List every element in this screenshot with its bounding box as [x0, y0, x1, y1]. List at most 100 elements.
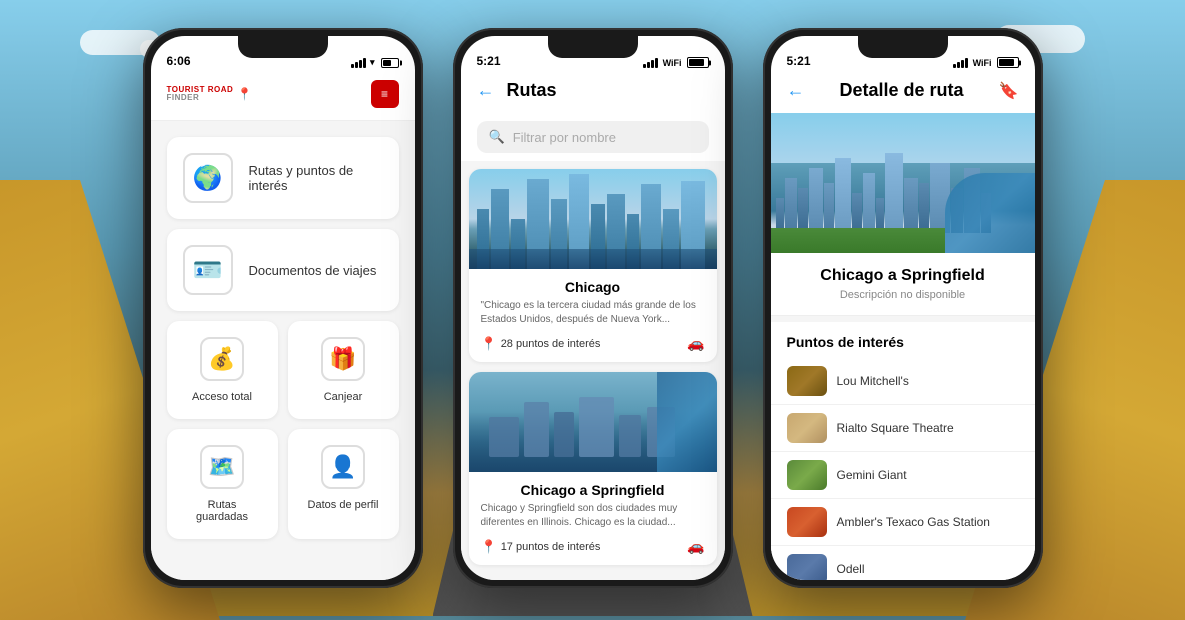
lake — [657, 372, 717, 472]
route-main-title: Chicago a Springfield — [787, 267, 1019, 285]
phone-1-screen: 6:06 ▾ — [151, 36, 415, 580]
poi-item-rialto[interactable]: Rialto Square Theatre — [771, 405, 1035, 452]
signal-bar-2 — [957, 62, 960, 68]
signal-bars-2 — [643, 58, 658, 68]
routes-list: Chicago "Chicago es la tercera ciudad má… — [461, 161, 725, 580]
poi-thumb-rialto — [787, 413, 827, 443]
signal-bar-1 — [953, 64, 956, 68]
battery-fill-2 — [689, 59, 704, 66]
bld — [904, 178, 918, 233]
menu-perfil-label: Datos de perfil — [308, 499, 379, 511]
water — [469, 249, 717, 269]
battery-fill-3 — [999, 59, 1014, 66]
aerial-building — [619, 415, 641, 457]
route-main-desc: Descripción no disponible — [787, 289, 1019, 301]
signal-bar-4 — [965, 58, 968, 68]
menu-guardadas[interactable]: 🗺️ Rutas guardadas — [167, 429, 278, 539]
springfield-title: Chicago a Springfield — [481, 482, 705, 498]
signal-bar-3 — [359, 60, 362, 68]
phone-2-header: ← Rutas — [461, 72, 725, 113]
back-button-3[interactable]: ← — [787, 80, 805, 101]
phone-3-status-icons: WiFi — [953, 57, 1019, 68]
gift-icon: 🎁 — [321, 337, 365, 381]
phone-3-screen: 5:21 WiFi — [771, 36, 1035, 580]
menu-row-2: 🗺️ Rutas guardadas 👤 Datos de perfil — [167, 429, 399, 539]
signal-bars — [351, 58, 366, 68]
logo-pin-icon: 📍 — [237, 87, 252, 101]
bld — [798, 188, 808, 233]
signal-bars-3 — [953, 58, 968, 68]
logo-line-2: FINDER — [167, 94, 234, 102]
bld — [885, 153, 903, 233]
car-icon-1: 🚗 — [687, 335, 704, 352]
search-input-container[interactable]: 🔍 Filtrar por nombre — [477, 121, 709, 153]
screen-title-2: Rutas — [507, 80, 557, 101]
signal-bar-4 — [363, 58, 366, 68]
poi-item-odell[interactable]: Odell — [771, 546, 1035, 580]
signal-bar-4 — [655, 58, 658, 68]
battery-icon-2 — [687, 57, 709, 68]
screen-title-3: Detalle de ruta — [840, 80, 964, 101]
route-card-chicago[interactable]: Chicago "Chicago es la tercera ciudad má… — [469, 169, 717, 362]
poi-thumb-gemini — [787, 460, 827, 490]
poi-thumb-ambler — [787, 507, 827, 537]
menu-acceso[interactable]: 💰 Acceso total — [167, 321, 278, 419]
menu-icon-button[interactable]: ≡ — [371, 80, 399, 108]
aerial-building — [524, 402, 549, 457]
signal-bar-2 — [647, 62, 650, 68]
battery-icon-3 — [997, 57, 1019, 68]
phone-3: 5:21 WiFi — [763, 28, 1043, 588]
hamburger-icon: ≡ — [381, 87, 388, 101]
chicago-points: 📍 28 puntos de interés — [481, 336, 601, 352]
back-button-2[interactable]: ← — [477, 80, 495, 101]
map-icon: 🗺️ — [200, 445, 244, 489]
phone-2-time: 5:21 — [477, 54, 501, 68]
poi-thumb-lou — [787, 366, 827, 396]
menu-documentos[interactable]: 🪪 Documentos de viajes — [167, 229, 399, 311]
battery-fill — [383, 60, 392, 66]
phones-container: 6:06 ▾ — [0, 0, 1185, 616]
phone-2-content: ← Rutas 🔍 Filtrar por nombre — [461, 72, 725, 580]
poi-item-ambler[interactable]: Ambler's Texaco Gas Station — [771, 499, 1035, 546]
phone-1: 6:06 ▾ — [143, 28, 423, 588]
route-hero-image — [771, 113, 1035, 253]
search-bar: 🔍 Filtrar por nombre — [461, 113, 725, 161]
route-card-springfield[interactable]: Chicago a Springfield Chicago y Springfi… — [469, 372, 717, 565]
chicago-image — [469, 169, 717, 269]
money-icon: 💰 — [200, 337, 244, 381]
aerial-building — [554, 412, 574, 457]
phone-3-content: ← Detalle de ruta 🔖 — [771, 72, 1035, 580]
menu-perfil[interactable]: 👤 Datos de perfil — [288, 429, 399, 539]
wifi-icon: ▾ — [370, 57, 375, 68]
bld — [785, 178, 797, 233]
poi-name-rialto: Rialto Square Theatre — [837, 421, 954, 435]
signal-bar-1 — [351, 64, 354, 68]
phone-1-time: 6:06 — [167, 54, 191, 68]
phone-1-content: TOURIST ROAD FINDER 📍 ≡ 🌍 Rutas y puntos — [151, 72, 415, 580]
phone-2: 5:21 WiFi — [453, 28, 733, 588]
search-icon: 🔍 — [489, 129, 505, 145]
signal-bar-2 — [355, 62, 358, 68]
poi-section-title: Puntos de interés — [771, 322, 1035, 358]
aerial-building — [579, 397, 614, 457]
lake-michigan — [945, 173, 1035, 253]
app-logo: TOURIST ROAD FINDER 📍 — [167, 86, 253, 102]
springfield-points: 📍 17 puntos de interés — [481, 539, 601, 555]
poi-item-gemini[interactable]: Gemini Giant — [771, 452, 1035, 499]
aerial-building — [489, 417, 519, 457]
signal-bar-3 — [961, 60, 964, 68]
poi-item-lou[interactable]: Lou Mitchell's — [771, 358, 1035, 405]
phone-1-status-icons: ▾ — [351, 57, 399, 68]
poi-name-gemini: Gemini Giant — [837, 468, 907, 482]
springfield-points-text: 17 puntos de interés — [501, 541, 601, 553]
menu-rutas[interactable]: 🌍 Rutas y puntos de interés — [167, 137, 399, 219]
bookmark-icon[interactable]: 🔖 — [999, 81, 1019, 101]
poi-name-lou: Lou Mitchell's — [837, 374, 909, 388]
wifi-icon-3: WiFi — [973, 58, 992, 68]
phone-1-notch — [238, 36, 328, 58]
search-placeholder: Filtrar por nombre — [513, 130, 616, 145]
bld — [809, 168, 823, 233]
chicago-desc: "Chicago es la tercera ciudad más grande… — [481, 299, 705, 327]
phone-1-menu: 🌍 Rutas y puntos de interés 🪪 Documentos… — [151, 121, 415, 580]
menu-canjear[interactable]: 🎁 Canjear — [288, 321, 399, 419]
